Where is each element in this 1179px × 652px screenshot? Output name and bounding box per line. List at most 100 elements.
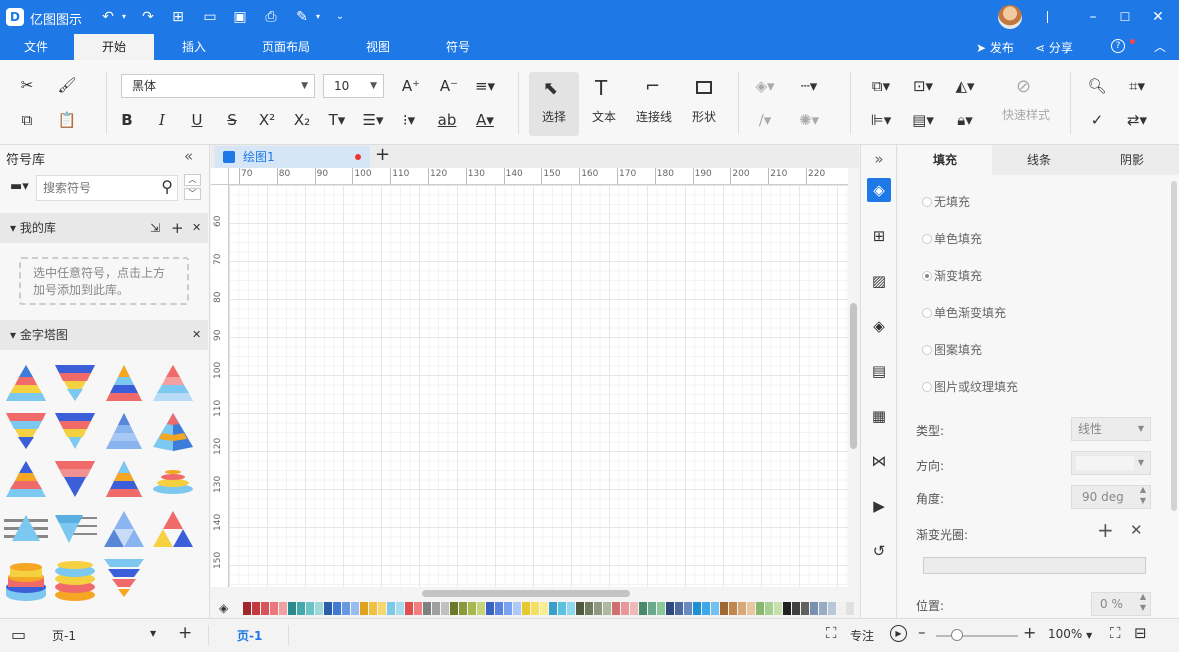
color-swatch[interactable] <box>801 602 809 615</box>
zoom-slider[interactable] <box>936 635 1018 637</box>
flip-icon[interactable]: ◭▾ <box>952 75 978 97</box>
line-spacing-icon[interactable]: ☰▾ <box>360 109 386 131</box>
color-swatch[interactable] <box>387 602 395 615</box>
fill-option-picture[interactable]: 图片或纹理填充 <box>921 378 1018 395</box>
drawing-canvas[interactable] <box>229 185 848 587</box>
paste-icon[interactable]: 📋 <box>54 109 80 131</box>
presentation-icon[interactable]: ▶ <box>867 494 891 518</box>
color-swatch[interactable] <box>360 602 368 615</box>
color-swatch[interactable] <box>306 602 314 615</box>
tab-line[interactable]: 线条 <box>992 145 1086 175</box>
font-name-select[interactable]: 黑体 ▼ <box>121 74 315 98</box>
color-swatch[interactable] <box>522 602 530 615</box>
color-swatch[interactable] <box>324 602 332 615</box>
color-swatch[interactable] <box>270 602 278 615</box>
history-icon[interactable]: ↺ <box>867 539 891 563</box>
color-swatch[interactable] <box>702 602 710 615</box>
vertical-scrollbar[interactable] <box>848 185 859 587</box>
color-swatch[interactable] <box>495 602 503 615</box>
layers-icon[interactable]: ◈ <box>867 314 891 338</box>
tab-shadow[interactable]: 阴影 <box>1085 145 1179 175</box>
pyramid-shape[interactable] <box>151 363 195 403</box>
tab-symbol[interactable]: 符号 <box>430 34 486 60</box>
print-icon[interactable]: ⎙ <box>263 9 279 25</box>
panel-scrollbar[interactable] <box>1171 181 1177 511</box>
tab-insert[interactable]: 插入 <box>160 34 228 60</box>
undo-icon[interactable]: ↶ <box>100 9 116 25</box>
stacked-layers-shape[interactable] <box>151 459 195 499</box>
stepper-arrows-icon[interactable]: ▲ ▼ <box>1140 484 1146 506</box>
add-page-tab-icon[interactable]: + <box>375 144 390 165</box>
strikethrough-icon[interactable]: S <box>219 109 245 131</box>
underline-icon[interactable]: U <box>184 109 210 131</box>
cylinder-stack-shape[interactable] <box>4 557 48 603</box>
align-icon[interactable]: ⊫▾ <box>868 109 894 131</box>
effects-icon[interactable]: ✺▾ <box>796 109 822 131</box>
color-swatch[interactable] <box>432 602 440 615</box>
tab-home[interactable]: 开始 <box>74 34 154 60</box>
fill-option-none[interactable]: 无填充 <box>921 193 970 210</box>
page-tab[interactable]: 页-1 <box>237 627 262 644</box>
maximize-icon[interactable]: ☐ <box>1117 9 1133 25</box>
cut-icon[interactable]: ✂ <box>14 74 40 96</box>
text-direction-icon[interactable]: T▾ <box>324 109 350 131</box>
connector-button[interactable]: ⌐ 连接线 <box>629 72 679 136</box>
color-swatch[interactable] <box>630 602 638 615</box>
color-swatch[interactable] <box>639 602 647 615</box>
scroll-up-icon[interactable]: ︿ <box>184 174 201 186</box>
color-swatch[interactable] <box>621 602 629 615</box>
color-swatch[interactable] <box>684 602 692 615</box>
color-swatch[interactable] <box>279 602 287 615</box>
open-folder-icon[interactable]: ▭ <box>202 9 218 25</box>
color-swatch[interactable] <box>819 602 827 615</box>
color-swatch[interactable] <box>288 602 296 615</box>
format-painter-icon[interactable]: 🖌 <box>54 74 80 96</box>
data-icon[interactable]: ▦ <box>867 404 891 428</box>
fill-bucket-icon[interactable]: ◈ <box>219 601 228 615</box>
document-tab[interactable]: 绘图1 <box>215 146 370 168</box>
collapse-panel-icon[interactable]: « <box>184 147 193 165</box>
color-swatch[interactable] <box>612 602 620 615</box>
color-swatch[interactable] <box>756 602 764 615</box>
image-icon[interactable]: ▨ <box>867 269 891 293</box>
fill-option-pattern[interactable]: 图案填充 <box>921 341 982 358</box>
color-swatch[interactable] <box>261 602 269 615</box>
vertical-scroll-thumb[interactable] <box>850 303 857 449</box>
subscript-icon[interactable]: X₂ <box>289 109 315 131</box>
page-icon[interactable]: ▤ <box>867 359 891 383</box>
fit-page-icon[interactable]: ⛶ <box>1110 624 1121 642</box>
arrange-icon[interactable]: ⧉▾ <box>868 75 894 97</box>
superscript-icon[interactable]: X² <box>254 109 280 131</box>
color-swatch[interactable] <box>720 602 728 615</box>
fit-width-icon[interactable]: ⊟ <box>1134 624 1147 642</box>
page-select[interactable]: 页-1 ▼ <box>52 627 162 644</box>
pyramid-shape[interactable] <box>102 363 146 403</box>
line-color-icon[interactable]: ∕▾ <box>752 109 778 131</box>
color-swatch[interactable] <box>675 602 683 615</box>
triangle-segments-shape[interactable] <box>102 509 146 549</box>
quick-style-button[interactable]: ⊘ 快速样式 <box>998 74 1054 136</box>
save-icon[interactable]: ▣ <box>232 9 248 25</box>
close-section-icon[interactable]: ✕ <box>192 213 201 243</box>
color-swatch[interactable] <box>531 602 539 615</box>
pyramid-list-shape[interactable] <box>4 509 48 549</box>
align-text-icon[interactable]: ≡▾ <box>472 75 498 97</box>
color-swatch[interactable] <box>450 602 458 615</box>
horizontal-scroll-thumb[interactable] <box>422 590 630 597</box>
color-swatch[interactable] <box>810 602 818 615</box>
undo-dropdown-icon[interactable]: ▾ <box>116 9 132 25</box>
find-replace-icon[interactable]: 🔍︎ <box>1084 75 1110 97</box>
add-icon[interactable]: + <box>171 213 184 243</box>
zoom-in-icon[interactable]: + <box>1023 623 1036 642</box>
help-icon[interactable]: ? <box>1111 39 1125 53</box>
3d-pyramid-shape[interactable] <box>151 411 195 451</box>
inverted-pyramid-shape[interactable] <box>4 411 48 451</box>
color-swatch[interactable] <box>738 602 746 615</box>
gradient-bar[interactable] <box>923 557 1146 574</box>
color-swatch[interactable] <box>513 602 521 615</box>
decrease-font-icon[interactable]: A⁻ <box>436 75 462 97</box>
replace-shape-icon[interactable]: ⇄▾ <box>1124 109 1150 131</box>
color-swatch[interactable] <box>828 602 836 615</box>
crop-icon[interactable]: ⌗▾ <box>1124 75 1150 97</box>
font-color-icon[interactable]: A▾ <box>472 109 498 131</box>
